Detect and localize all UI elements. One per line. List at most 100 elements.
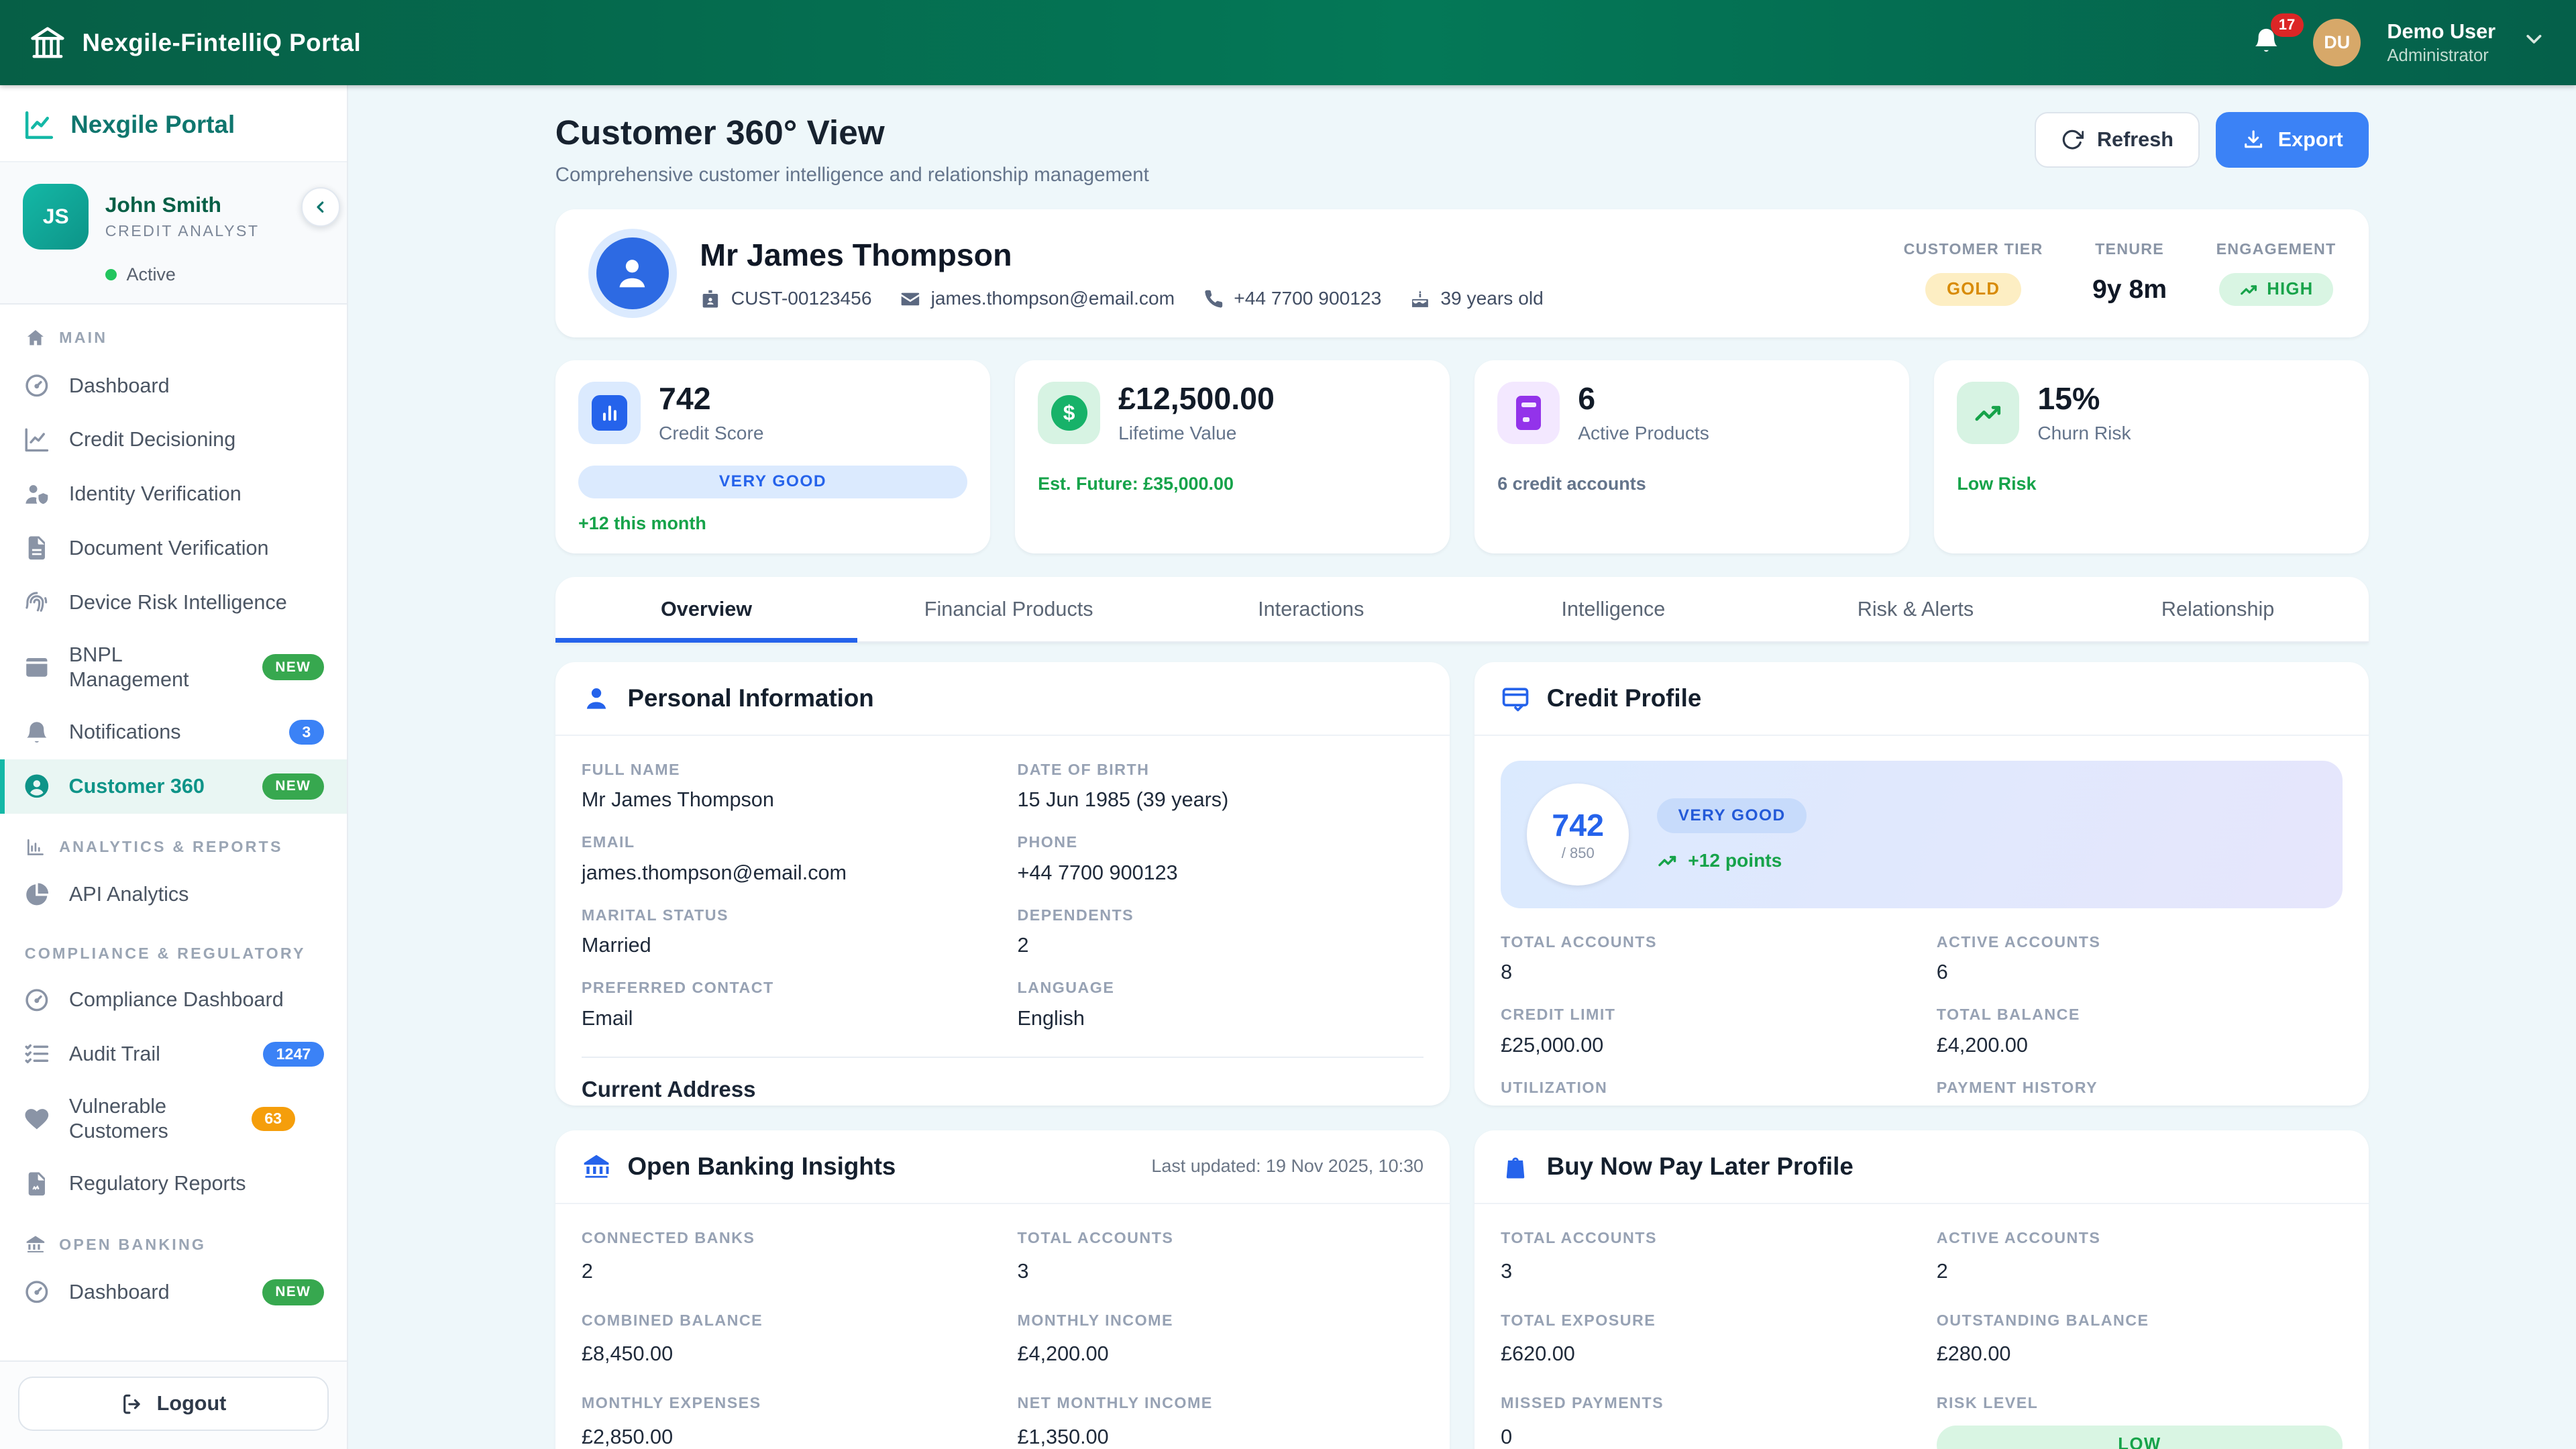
- score-band-badge: VERY GOOD: [1657, 798, 1807, 833]
- refresh-button[interactable]: Refresh: [2035, 112, 2199, 168]
- cake-icon: [1409, 288, 1431, 310]
- analyst-role: CREDIT ANALYST: [105, 222, 260, 240]
- logout-button[interactable]: Logout: [18, 1377, 329, 1431]
- customer-engagement: ENGAGEMENT HIGH: [2216, 240, 2337, 306]
- new-badge: NEW: [262, 654, 324, 680]
- notification-count-badge: 17: [2271, 13, 2304, 38]
- customer-phone: +44 7700 900123: [1203, 288, 1382, 309]
- score-circle: 742 / 850: [1527, 784, 1629, 885]
- chart-line-icon: [23, 426, 51, 454]
- sidebar-item-notifications[interactable]: Notifications 3: [0, 705, 347, 759]
- top-header: Nexgile-FintelliQ Portal 17 DU Demo User…: [0, 0, 2576, 85]
- score-change: +12 points: [1657, 850, 1807, 871]
- new-badge: NEW: [262, 773, 324, 800]
- sidebar-item-customer-360[interactable]: Customer 360 NEW: [0, 759, 347, 814]
- section-main: MAIN: [0, 305, 347, 359]
- credit-score-box: 742 / 850 VERY GOOD +12 points: [1501, 761, 2343, 908]
- user-info[interactable]: Demo User Administrator: [2387, 19, 2496, 66]
- trend-up-icon: [1973, 397, 2004, 429]
- personal-information-panel: Personal Information FULL NAMEMr James T…: [555, 662, 1450, 1106]
- section-analytics: ANALYTICS & REPORTS: [0, 814, 347, 868]
- download-icon: [2242, 128, 2265, 151]
- person-icon: [582, 684, 611, 713]
- new-badge: NEW: [262, 1279, 324, 1305]
- export-button[interactable]: Export: [2216, 112, 2369, 168]
- file-icon: [23, 534, 51, 562]
- bell-icon: [23, 718, 51, 747]
- count-badge: 63: [252, 1107, 295, 1132]
- tab-intelligence[interactable]: Intelligence: [1462, 577, 1765, 641]
- customer-avatar: [588, 229, 677, 317]
- sidebar-item-dashboard[interactable]: Dashboard: [0, 359, 347, 413]
- page-title: Customer 360° View: [555, 112, 1149, 152]
- sidebar-item-open-banking-dashboard[interactable]: Dashboard NEW: [0, 1265, 347, 1320]
- report-icon: [23, 1170, 51, 1198]
- main-content: Customer 360° View Comprehensive custome…: [348, 85, 2576, 1449]
- tab-financial-products[interactable]: Financial Products: [857, 577, 1160, 641]
- kpi-active-products: 6 Active Products 6 credit accounts: [1474, 360, 1909, 553]
- customer-banner: Mr James Thompson CUST-00123456 james.th…: [555, 209, 2369, 337]
- kpi-credit-score: 742 Credit Score VERY GOOD +12 this mont…: [555, 360, 990, 553]
- logout-icon: [121, 1393, 144, 1415]
- gauge-icon: [23, 372, 51, 400]
- bank-icon: [25, 1234, 46, 1255]
- id-card-icon: [700, 288, 721, 310]
- chart-line-icon: [23, 109, 56, 142]
- credit-profile-panel: Credit Profile 742 / 850 VERY GOOD: [1474, 662, 2369, 1106]
- customer-name: Mr James Thompson: [700, 237, 1544, 273]
- sidebar-item-api-analytics[interactable]: API Analytics: [0, 867, 347, 922]
- notifications-bell[interactable]: 17: [2251, 25, 2287, 61]
- credit-score-icon: [578, 382, 641, 444]
- sidebar-item-document-verification[interactable]: Document Verification: [0, 521, 347, 576]
- tab-relationship[interactable]: Relationship: [2067, 577, 2369, 641]
- bar-chart-icon: [599, 402, 621, 424]
- sidebar-item-vulnerable-customers[interactable]: Vulnerable Customers 63: [0, 1081, 347, 1157]
- status-dot: [105, 269, 117, 280]
- dollar-icon: $: [1051, 395, 1087, 431]
- engagement-badge: HIGH: [2219, 273, 2333, 306]
- sidebar-item-compliance-dashboard[interactable]: Compliance Dashboard: [0, 973, 347, 1027]
- sidebar-item-regulatory-reports[interactable]: Regulatory Reports: [0, 1157, 347, 1211]
- active-products-icon: [1497, 382, 1560, 444]
- sidebar-item-audit-trail[interactable]: Audit Trail 1247: [0, 1027, 347, 1081]
- fingerprint-icon: [23, 588, 51, 616]
- wallet-icon: [23, 653, 51, 682]
- trend-up-icon: [1657, 850, 1678, 871]
- sidebar-logo: Nexgile Portal: [0, 85, 347, 161]
- credit-card-check-icon: [1501, 684, 1530, 713]
- home-icon: [25, 327, 46, 349]
- trend-up-icon: [2239, 280, 2259, 299]
- app-root: Nexgile-FintelliQ Portal 17 DU Demo User…: [0, 0, 2576, 1449]
- person-icon: [612, 254, 652, 293]
- panel-title: Open Banking Insights: [627, 1152, 896, 1181]
- refresh-icon: [2061, 128, 2084, 151]
- tab-bar: Overview Financial Products Interactions…: [555, 577, 2369, 643]
- last-updated: Last updated: 19 Nov 2025, 10:30: [1151, 1156, 1424, 1177]
- customer-tenure: TENURE 9y 8m: [2092, 240, 2167, 306]
- brand: Nexgile-FintelliQ Portal: [30, 25, 361, 61]
- tab-risk-alerts[interactable]: Risk & Alerts: [1764, 577, 2067, 641]
- sidebar-item-identity-verification[interactable]: Identity Verification: [0, 467, 347, 521]
- tab-overview[interactable]: Overview: [555, 577, 858, 641]
- user-shield-icon: [23, 480, 51, 508]
- analyst-avatar: JS: [23, 184, 89, 250]
- bar-chart-icon: [25, 837, 46, 858]
- section-compliance: COMPLIANCE & REGULATORY: [0, 922, 347, 973]
- current-address-heading: Current Address: [582, 1077, 1424, 1103]
- sidebar-item-credit-decisioning[interactable]: Credit Decisioning: [0, 413, 347, 467]
- sidebar-collapse-button[interactable]: [301, 187, 341, 227]
- shopping-bag-icon: [1501, 1152, 1530, 1181]
- bank-icon: [582, 1152, 611, 1181]
- open-banking-panel: Open Banking Insights Last updated: 19 N…: [555, 1130, 1450, 1449]
- bnpl-panel: Buy Now Pay Later Profile TOTAL ACCOUNTS…: [1474, 1130, 2369, 1449]
- sidebar-item-bnpl-management[interactable]: BNPL Management NEW: [0, 629, 347, 705]
- sidebar-footer: Logout: [0, 1360, 347, 1449]
- credit-score-band: VERY GOOD: [578, 466, 967, 498]
- user-circle-icon: [23, 772, 51, 800]
- customer-age: 39 years old: [1409, 288, 1544, 309]
- user-avatar[interactable]: DU: [2313, 19, 2361, 66]
- sidebar-item-device-risk[interactable]: Device Risk Intelligence: [0, 576, 347, 630]
- tier-badge: GOLD: [1925, 273, 2021, 306]
- chevron-down-icon[interactable]: [2522, 27, 2546, 58]
- tab-interactions[interactable]: Interactions: [1160, 577, 1462, 641]
